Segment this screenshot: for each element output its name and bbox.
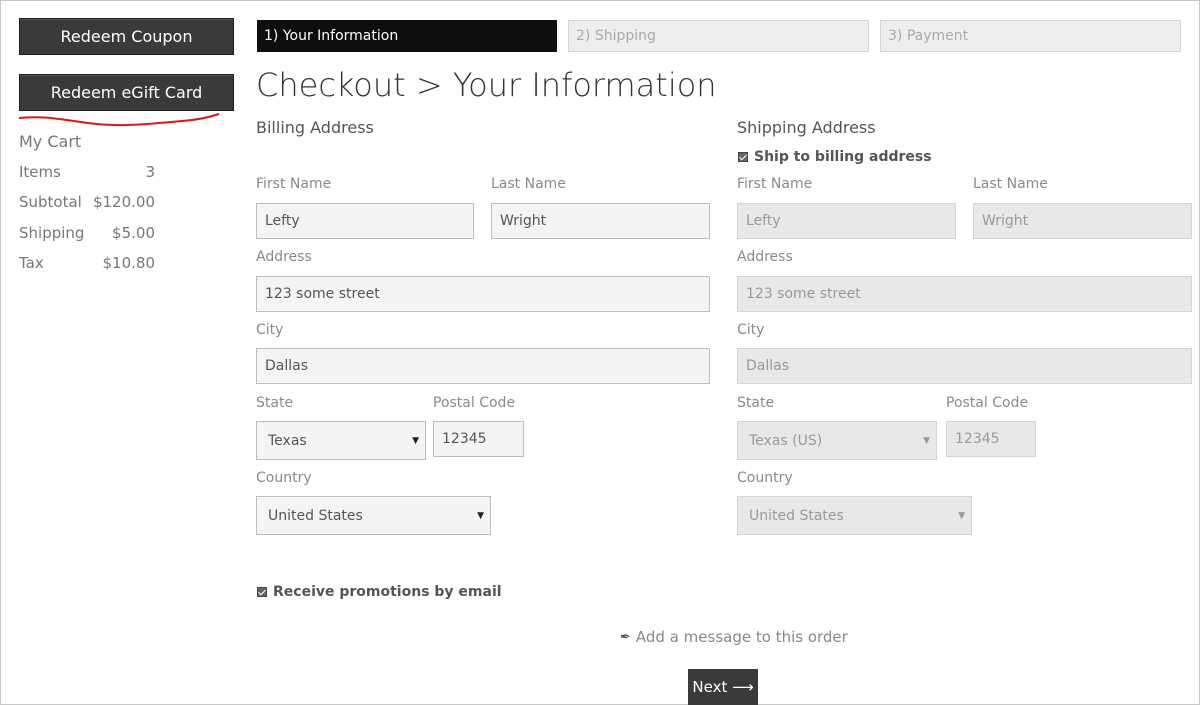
- chevron-down-icon: ▼: [412, 435, 419, 446]
- page-title: Checkout > Your Information: [256, 66, 717, 104]
- shipping-first-name-label: First Name: [737, 176, 813, 192]
- checkbox-checked-icon: [257, 587, 267, 597]
- chevron-down-icon: ▼: [958, 510, 965, 521]
- cart-summary-row: Shipping $5.00: [19, 224, 155, 242]
- summary-label: Items: [19, 163, 61, 181]
- billing-country-label: Country: [256, 470, 312, 486]
- billing-address-label: Address: [256, 249, 312, 265]
- billing-country-value: United States: [268, 507, 363, 524]
- summary-value: 3: [145, 163, 155, 181]
- billing-last-name-label: Last Name: [491, 176, 566, 192]
- step-payment[interactable]: 3) Payment: [880, 20, 1181, 52]
- billing-state-label: State: [256, 395, 294, 411]
- billing-first-name-label: First Name: [256, 176, 332, 192]
- summary-label: Tax: [19, 254, 44, 272]
- shipping-state-value: Texas (US): [749, 432, 823, 449]
- billing-first-name-input[interactable]: Lefty: [256, 203, 474, 239]
- add-message-label: Add a message to this order: [635, 628, 848, 646]
- shipping-state-label: State: [737, 395, 775, 411]
- billing-state-select[interactable]: Texas ▼: [256, 421, 426, 460]
- ship-to-billing-label: Ship to billing address: [754, 149, 932, 165]
- step-shipping[interactable]: 2) Shipping: [568, 20, 869, 52]
- shipping-last-name-label: Last Name: [973, 176, 1048, 192]
- shipping-country-label: Country: [737, 470, 793, 486]
- add-message-link[interactable]: ✒ Add a message to this order: [620, 628, 848, 646]
- shipping-postal-input[interactable]: 12345: [946, 421, 1036, 457]
- cart-summary-row: Subtotal $120.00: [19, 193, 155, 211]
- feather-icon: ✒: [620, 629, 631, 645]
- billing-country-select[interactable]: United States ▼: [256, 496, 491, 535]
- shipping-city-input[interactable]: Dallas: [737, 348, 1192, 384]
- summary-value: $120.00: [92, 193, 155, 211]
- cart-summary-row: Tax $10.80: [19, 254, 155, 272]
- chevron-down-icon: ▼: [477, 510, 484, 521]
- shipping-address-label: Address: [737, 249, 793, 265]
- billing-heading: Billing Address: [256, 118, 374, 137]
- shipping-country-select[interactable]: United States ▼: [737, 496, 972, 535]
- cart-summary-row: Items 3: [19, 163, 155, 181]
- summary-value: $10.80: [102, 254, 156, 272]
- shipping-city-label: City: [737, 322, 765, 338]
- promotions-label: Receive promotions by email: [273, 584, 502, 600]
- shipping-country-value: United States: [749, 507, 844, 524]
- chevron-down-icon: ▼: [923, 435, 930, 446]
- summary-label: Subtotal: [19, 193, 82, 211]
- billing-city-input[interactable]: Dallas: [256, 348, 710, 384]
- ship-to-billing-checkbox[interactable]: Ship to billing address: [738, 149, 932, 165]
- shipping-heading: Shipping Address: [737, 118, 876, 137]
- red-underline-annotation: [18, 113, 220, 127]
- redeem-coupon-button[interactable]: Redeem Coupon: [19, 18, 234, 55]
- shipping-postal-label: Postal Code: [946, 395, 1029, 411]
- cart-title: My Cart: [19, 132, 82, 151]
- summary-value: $5.00: [112, 224, 155, 242]
- shipping-state-select[interactable]: Texas (US) ▼: [737, 421, 937, 460]
- summary-label: Shipping: [19, 224, 85, 242]
- shipping-last-name-input[interactable]: Wright: [973, 203, 1192, 239]
- billing-city-label: City: [256, 322, 284, 338]
- billing-postal-input[interactable]: 12345: [433, 421, 524, 457]
- billing-postal-label: Postal Code: [433, 395, 516, 411]
- promotions-checkbox[interactable]: Receive promotions by email: [257, 584, 502, 600]
- billing-address-input[interactable]: 123 some street: [256, 276, 710, 312]
- redeem-egift-button[interactable]: Redeem eGift Card: [19, 74, 234, 111]
- step-your-information[interactable]: 1) Your Information: [257, 20, 557, 52]
- next-button[interactable]: Next ⟶: [688, 669, 758, 705]
- shipping-address-input[interactable]: 123 some street: [737, 276, 1192, 312]
- checkbox-checked-icon: [738, 152, 748, 162]
- billing-state-value: Texas: [268, 432, 307, 449]
- shipping-first-name-input[interactable]: Lefty: [737, 203, 956, 239]
- billing-last-name-input[interactable]: Wright: [491, 203, 710, 239]
